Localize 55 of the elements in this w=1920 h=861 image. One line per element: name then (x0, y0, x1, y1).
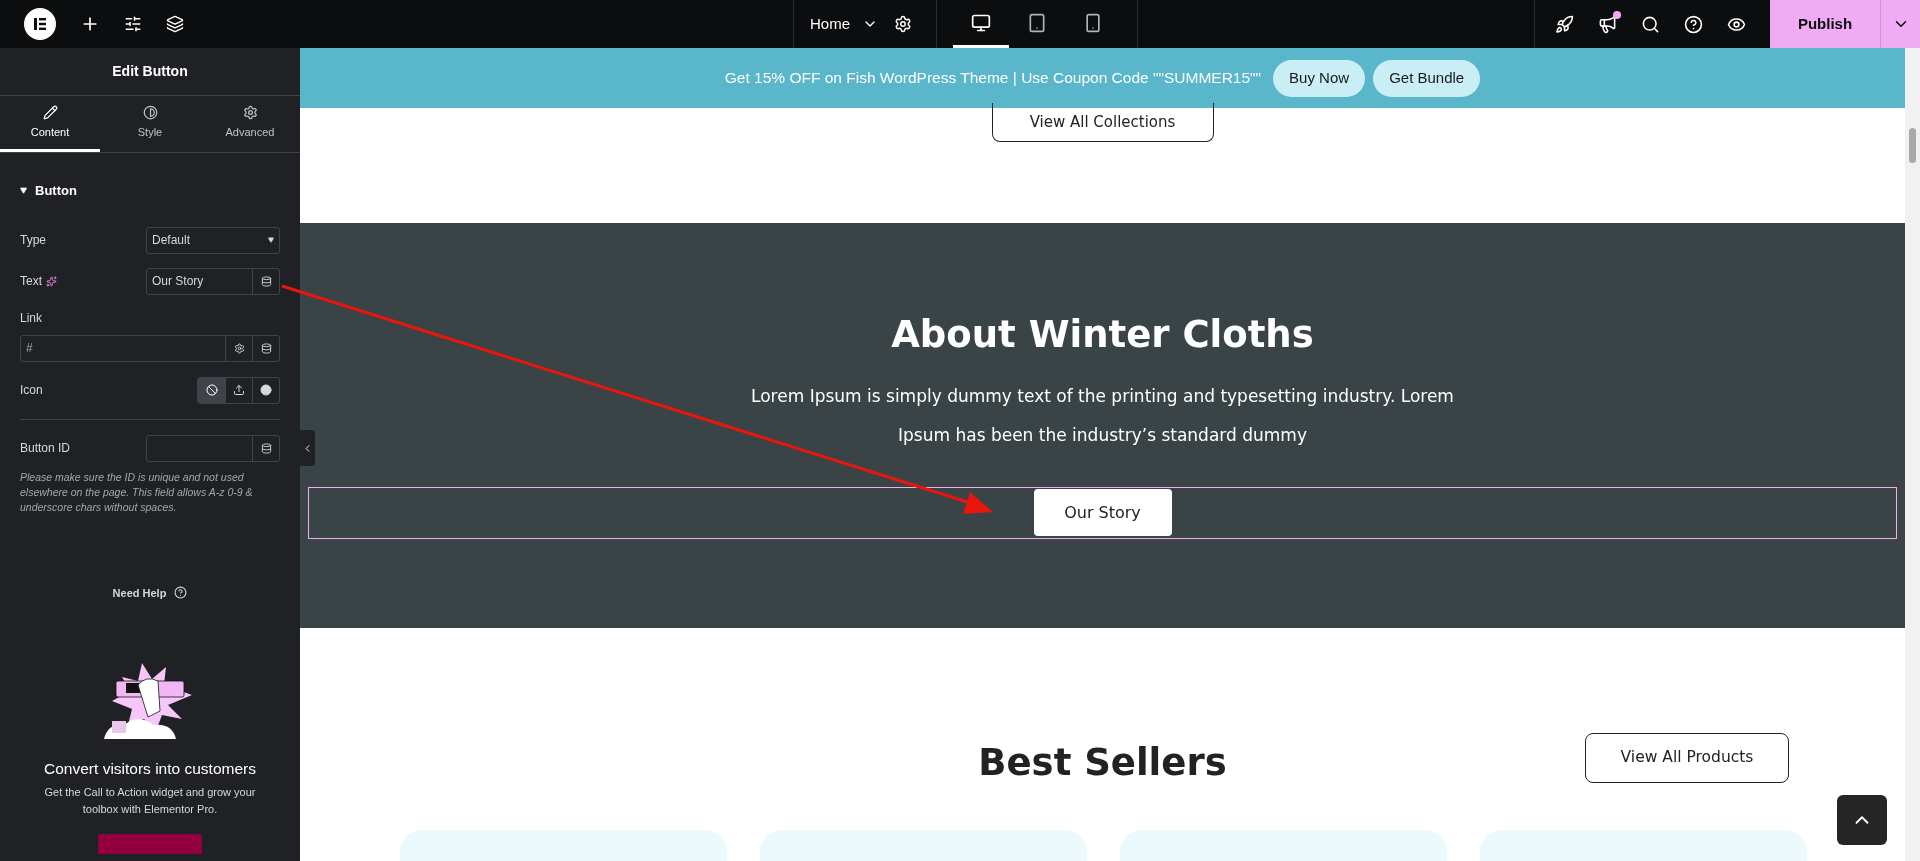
banner-text: Get 15% OFF on Fish WordPress Theme | Use Coupon Code ""SUMMER15"" (724, 68, 1262, 89)
caret-icon (268, 237, 274, 243)
panel-tab[interactable]: Style (100, 96, 200, 152)
type-select[interactable]: Default (146, 226, 280, 254)
field-label: Button ID (20, 440, 71, 457)
caret-icon (20, 187, 27, 195)
pencil-icon (42, 104, 58, 120)
section-header[interactable]: Button (20, 181, 77, 201)
help-icon[interactable] (174, 586, 188, 600)
icon-option-button[interactable] (198, 377, 225, 403)
logo-icon[interactable] (24, 8, 56, 40)
help-text: Please make sure the ID is unique and not used elsewhere on the page. This field allows A-z 0-9 & underscore chars without spaces. (20, 469, 254, 515)
field-label: Text (20, 273, 42, 290)
settings-icon[interactable] (124, 15, 142, 33)
banner-button[interactable]: Get Bundle (1373, 59, 1481, 97)
circle-icon (260, 384, 272, 396)
panel-title: Edit Button (112, 62, 188, 81)
phone-icon (1083, 12, 1103, 33)
search-icon[interactable] (1641, 14, 1660, 34)
view-all-collections-button[interactable]: View All Collections (991, 103, 1214, 142)
ai-sparkle-icon[interactable] (46, 275, 57, 287)
upload-icon (233, 384, 245, 396)
layers-icon[interactable] (166, 15, 184, 33)
our-story-button[interactable]: Our Story (1033, 489, 1172, 536)
database-icon (260, 275, 272, 287)
field-label: Icon (20, 382, 43, 399)
gear-icon (242, 104, 258, 120)
database-icon (260, 342, 272, 354)
tablet-icon (1027, 12, 1047, 33)
link-input[interactable]: # (20, 334, 280, 362)
ban-icon (205, 384, 218, 396)
section-paragraph: Lorem Ipsum is simply dummy text of the printing and typesetting industry. Lorem Ipsum has been the industry’s standard dummy (750, 384, 1455, 447)
section-heading: About Winter Cloths (891, 312, 1314, 358)
banner-button[interactable]: Buy Now (1273, 59, 1366, 97)
monitor-icon (971, 12, 991, 33)
database-icon (260, 442, 272, 454)
page-selector[interactable]: Home (794, 12, 894, 36)
promo-description: Get the Call to Action widget and grow your toolbox with Elementor Pro. (43, 785, 257, 818)
field-label: Link (20, 309, 43, 327)
settings-icon[interactable] (894, 15, 912, 33)
text-input[interactable]: Our Story (146, 267, 280, 295)
field-label: Type (20, 232, 46, 249)
gear-icon (233, 342, 245, 354)
collapse-panel-handle[interactable] (300, 430, 315, 466)
section-heading: Best Sellers (978, 740, 1227, 787)
scroll-to-top-button[interactable] (1837, 795, 1887, 845)
panel-tab[interactable]: Content (0, 96, 100, 152)
panel-tab[interactable]: Advanced (200, 96, 300, 152)
button-id-input[interactable] (146, 434, 280, 462)
promo-title: Convert visitors into customers (43, 759, 257, 779)
need-help-link[interactable]: Need Help (112, 584, 167, 601)
view-all-products-button[interactable]: View All Products (1585, 733, 1789, 783)
rocket-icon[interactable] (1555, 14, 1574, 34)
contrast-icon (142, 104, 158, 120)
publish-button[interactable]: Publish (1770, 0, 1880, 48)
